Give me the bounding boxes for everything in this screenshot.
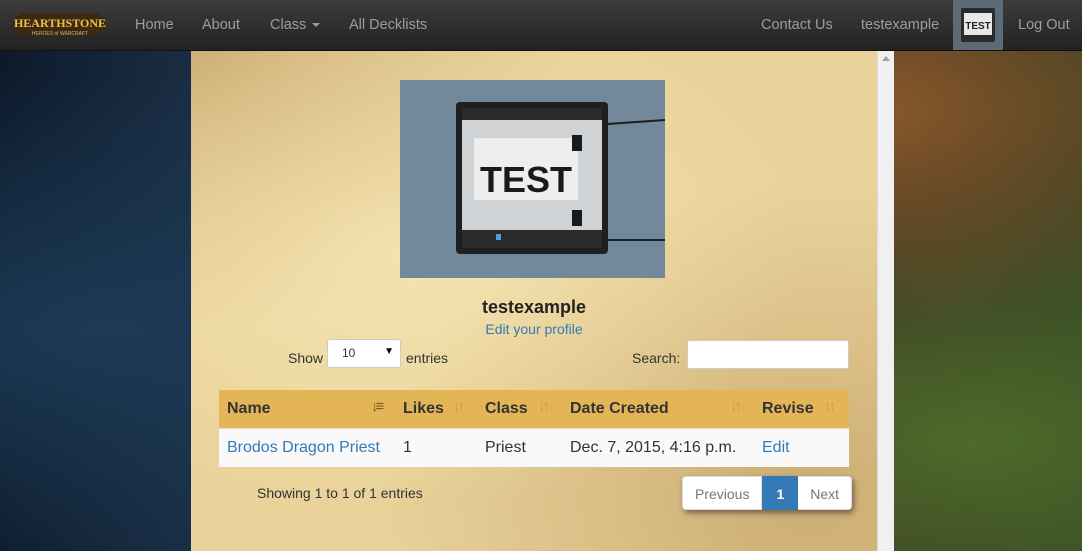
scroll-up-arrow-icon[interactable] [882, 56, 890, 61]
table-row: Brodos Dragon Priest 1 Priest Dec. 7, 20… [219, 428, 849, 467]
deck-name-link[interactable]: Brodos Dragon Priest [227, 439, 380, 457]
entries-selected-value: 10 [342, 346, 356, 360]
profile-username: testexample [481, 297, 587, 317]
nav-logout[interactable]: Log Out [1018, 17, 1070, 33]
column-header-date[interactable]: Date Created [570, 400, 669, 418]
dropdown-arrow-icon: ▼ [384, 346, 394, 357]
navbar: HEARTHSTONE HEROES of WARCRAFT Home Abou… [0, 0, 1082, 51]
table-info: Showing 1 to 1 of 1 entries [257, 485, 423, 501]
nav-contact[interactable]: Contact Us [761, 17, 833, 33]
nav-about[interactable]: About [202, 17, 240, 33]
column-header-revise[interactable]: Revise [762, 400, 814, 418]
search-input[interactable] [687, 340, 849, 369]
main-content: TEST testexample Edit your profile Show … [191, 51, 877, 551]
pagination-previous[interactable]: Previous [682, 476, 763, 510]
table-header: Name ↓≡ Likes ↓↑ Class ↓↑ Date Created ↓… [219, 390, 849, 428]
decklist-table: Name ↓≡ Likes ↓↑ Class ↓↑ Date Created ↓… [219, 390, 849, 467]
pagination-page-1[interactable]: 1 [762, 476, 799, 510]
avatar-test-icon: TEST [953, 0, 1003, 50]
sort-both-icon: ↓↑ [730, 398, 742, 415]
sort-ascending-icon: ↓≡ [371, 398, 384, 415]
hearthstone-logo-icon: HEARTHSTONE HEROES of WARCRAFT [14, 13, 106, 37]
profile-image-text: TEST [480, 159, 572, 200]
pagination-next[interactable]: Next [798, 476, 853, 510]
sort-both-icon: ↓↑ [824, 398, 836, 415]
deck-date: Dec. 7, 2015, 4:16 p.m. [570, 439, 737, 456]
search-label: Search: [632, 350, 681, 366]
sort-both-icon: ↓↑ [453, 398, 465, 415]
avatar-text: TEST [965, 21, 991, 32]
deck-likes: 1 [403, 439, 412, 456]
profile-image: TEST [400, 80, 665, 278]
nav-class-label: Class [270, 17, 307, 33]
nav-avatar[interactable]: TEST [953, 0, 1003, 50]
sort-both-icon: ↓↑ [538, 398, 550, 415]
column-header-name[interactable]: Name [227, 400, 271, 418]
deck-class: Priest [485, 439, 526, 456]
nav-user[interactable]: testexample [861, 17, 939, 33]
nav-home[interactable]: Home [135, 17, 174, 33]
edit-profile-link[interactable]: Edit your profile [191, 321, 877, 337]
test-device-image-icon: TEST [400, 80, 665, 278]
entries-select[interactable]: 10 ▼ [327, 339, 401, 368]
pagination: Previous 1 Next [682, 476, 853, 510]
column-header-class[interactable]: Class [485, 400, 528, 418]
nav-all-decklists[interactable]: All Decklists [349, 17, 427, 33]
column-header-likes[interactable]: Likes [403, 400, 444, 418]
brand-logo[interactable]: HEARTHSTONE HEROES of WARCRAFT [14, 10, 106, 40]
brand-name: HEARTHSTONE [14, 16, 106, 30]
nav-class-dropdown[interactable]: Class [270, 17, 321, 33]
scrollbar[interactable] [877, 51, 894, 551]
entries-label: entries [406, 350, 449, 366]
deck-edit-link[interactable]: Edit [762, 439, 790, 457]
caret-down-icon [312, 23, 321, 28]
show-label: Show [288, 350, 324, 366]
brand-sub: HEROES of WARCRAFT [32, 31, 88, 37]
